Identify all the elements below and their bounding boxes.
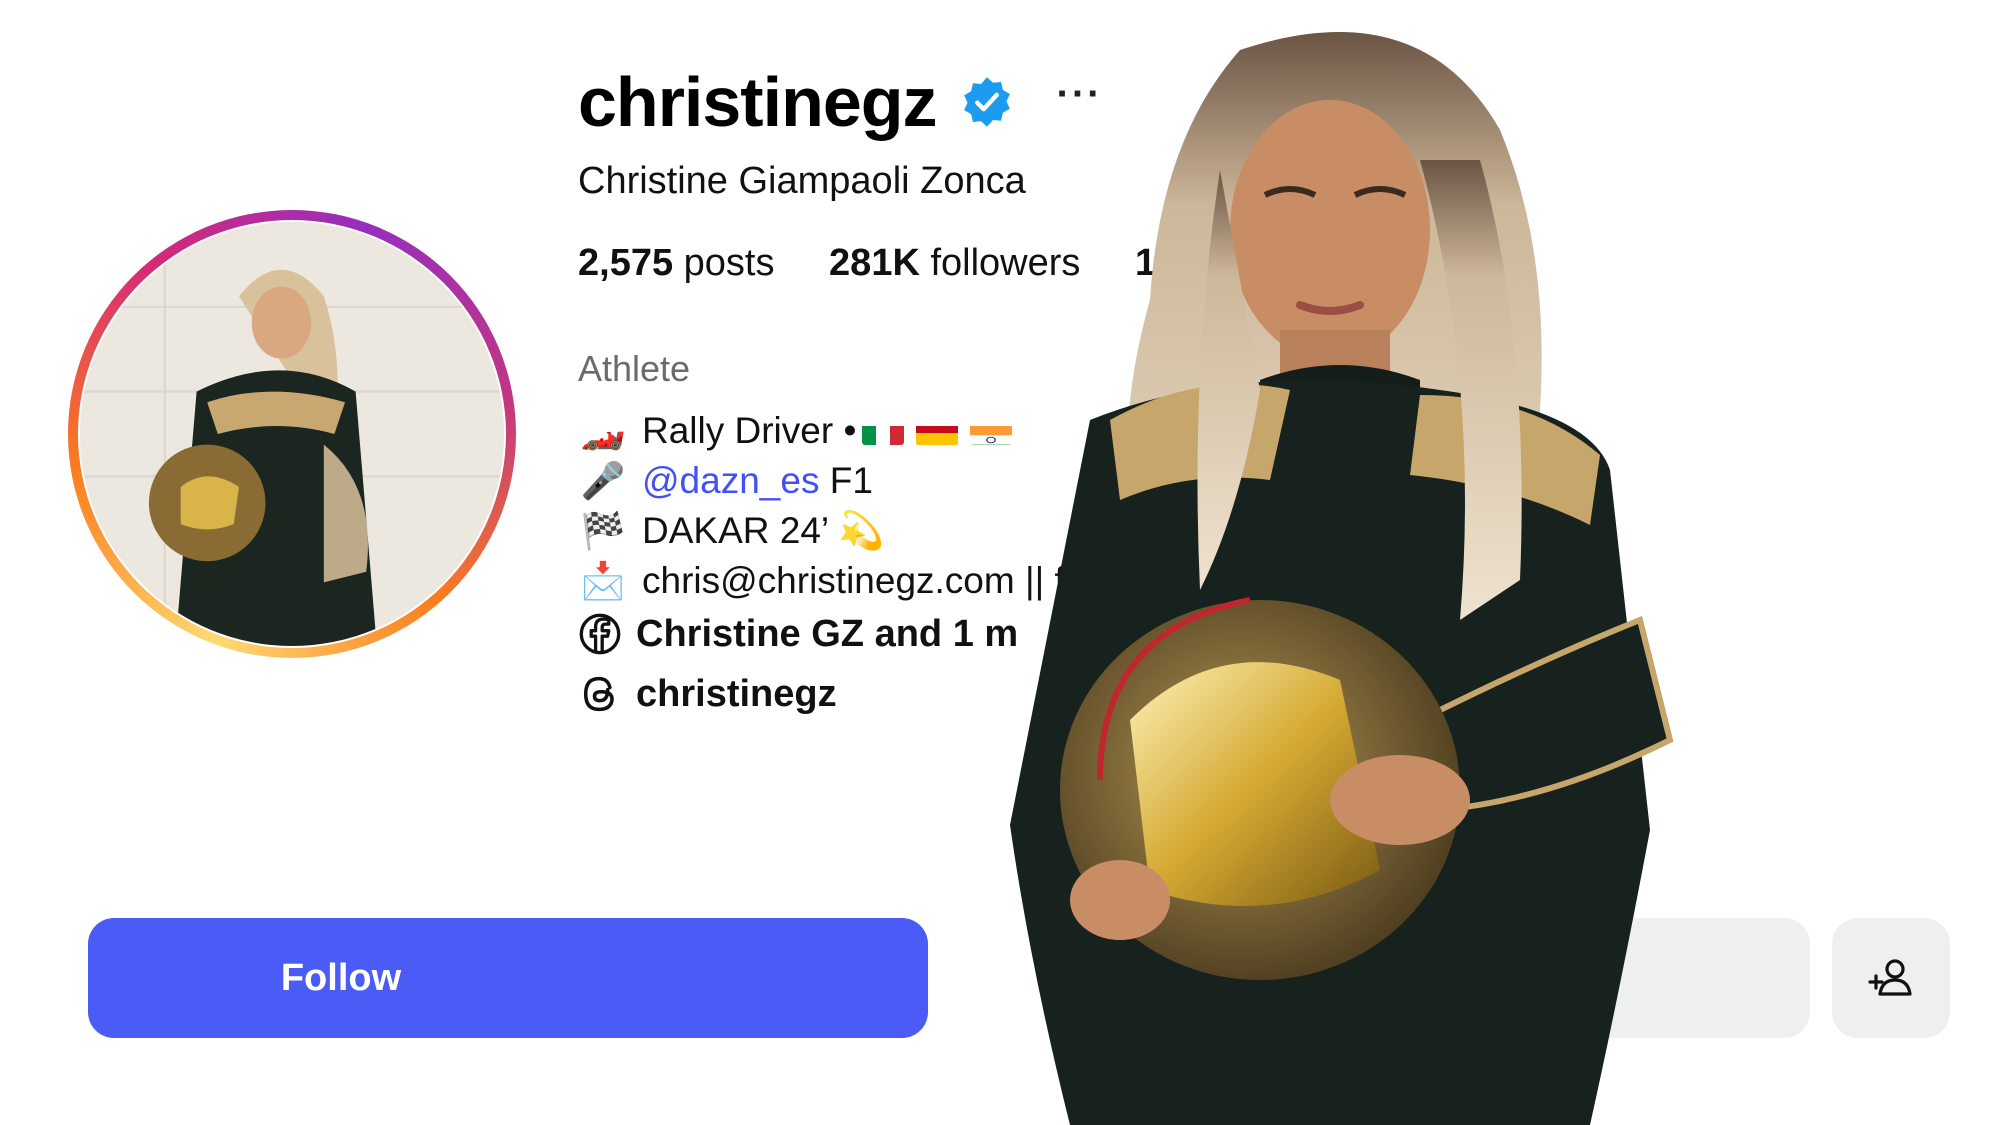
race-car-icon: 🏎️ bbox=[580, 410, 626, 451]
suggested-users-button[interactable] bbox=[1832, 918, 1950, 1038]
add-person-icon bbox=[1868, 959, 1912, 996]
profile-picture-ring[interactable] bbox=[68, 210, 516, 658]
bio-dakar-text: DAKAR 24’ 💫 bbox=[642, 510, 885, 551]
posts-count: 2,575 posts bbox=[578, 242, 774, 285]
driver-cutout-photo bbox=[1010, 32, 1674, 1125]
profile-picture-image bbox=[80, 222, 504, 646]
posts-label: posts bbox=[683, 242, 775, 284]
threads-link-label: christinegz bbox=[636, 672, 837, 715]
profile-picture[interactable] bbox=[80, 222, 504, 646]
bio-rally-text: Rally Driver • bbox=[642, 410, 857, 451]
follow-button[interactable]: Follow bbox=[88, 918, 928, 1038]
posts-value: 2,575 bbox=[578, 242, 674, 284]
profile-category: Athlete bbox=[578, 348, 691, 389]
threads-link[interactable]: christinegz bbox=[578, 672, 837, 716]
dazn-mention-link[interactable]: @dazn_es bbox=[642, 456, 819, 506]
envelope-icon: 📩 bbox=[580, 560, 626, 601]
checkered-flag-icon: 🏁 bbox=[580, 510, 626, 551]
facebook-icon bbox=[579, 613, 621, 655]
microphone-icon: 🎤 bbox=[580, 460, 626, 501]
threads-icon bbox=[583, 676, 614, 712]
